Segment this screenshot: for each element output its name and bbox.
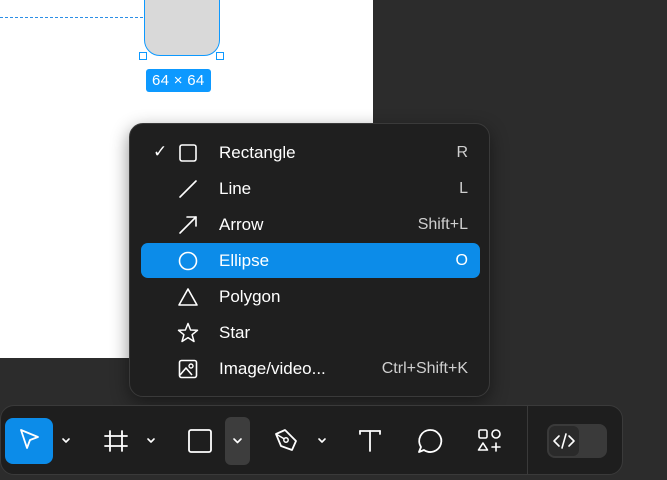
frame-tool-dropdown[interactable] bbox=[142, 418, 160, 464]
line-icon bbox=[177, 178, 199, 200]
dimension-badge: 64 × 64 bbox=[146, 69, 211, 92]
menu-item-label: Arrow bbox=[219, 215, 264, 234]
cursor-icon bbox=[20, 429, 39, 449]
rectangle-icon bbox=[177, 142, 199, 164]
comment-icon bbox=[418, 429, 443, 453]
shapes-plus-icon bbox=[477, 429, 501, 452]
menu-item-arrow[interactable]: Arrow Shift+L bbox=[141, 207, 480, 242]
menu-item-label: Line bbox=[219, 179, 252, 198]
pen-icon bbox=[275, 429, 297, 451]
menu-item-shortcut: L bbox=[459, 180, 468, 197]
text-icon bbox=[359, 430, 381, 452]
dev-mode-toggle[interactable] bbox=[547, 424, 607, 458]
bottom-toolbar bbox=[0, 405, 623, 475]
arrow-icon bbox=[177, 214, 199, 236]
resize-handle-bottom-right[interactable] bbox=[216, 52, 224, 60]
toolbar-divider bbox=[527, 406, 528, 474]
actions-tool-button[interactable] bbox=[467, 418, 513, 464]
menu-item-star[interactable]: Star bbox=[141, 315, 480, 350]
menu-item-label: Ellipse bbox=[219, 251, 270, 270]
shape-tool-dropdown[interactable] bbox=[225, 417, 250, 465]
code-icon bbox=[553, 433, 575, 449]
chevron-down-icon bbox=[147, 438, 155, 443]
checkmark-icon: ✓ bbox=[153, 142, 168, 161]
menu-item-ellipse[interactable]: Ellipse O bbox=[141, 243, 480, 278]
chevron-down-icon bbox=[62, 438, 70, 443]
pen-tool-button[interactable] bbox=[263, 418, 309, 464]
text-tool-button[interactable] bbox=[347, 418, 393, 464]
menu-item-shortcut: O bbox=[455, 252, 468, 269]
rectangle-icon bbox=[188, 429, 212, 453]
menu-item-label: Rectangle bbox=[219, 143, 296, 162]
menu-item-image-video[interactable]: Image/video... Ctrl+Shift+K bbox=[141, 351, 480, 386]
smart-guide-line bbox=[0, 17, 143, 18]
toggle-knob bbox=[549, 426, 579, 456]
menu-item-line[interactable]: Line L bbox=[141, 171, 480, 206]
star-icon bbox=[177, 322, 199, 344]
frame-icon bbox=[104, 430, 128, 452]
resize-handle-bottom-left[interactable] bbox=[139, 52, 147, 60]
frame-tool-button[interactable] bbox=[93, 418, 139, 464]
menu-item-polygon[interactable]: Polygon bbox=[141, 279, 480, 314]
image-icon bbox=[177, 358, 199, 380]
menu-item-label: Star bbox=[219, 323, 251, 342]
menu-item-label: Image/video... bbox=[219, 359, 326, 378]
shape-tool-button[interactable] bbox=[177, 418, 223, 464]
menu-item-rectangle[interactable]: ✓ Rectangle R bbox=[141, 135, 480, 170]
menu-item-shortcut: Shift+L bbox=[417, 216, 468, 233]
menu-item-label: Polygon bbox=[219, 287, 281, 306]
chevron-down-icon bbox=[318, 438, 326, 443]
move-tool-dropdown[interactable] bbox=[57, 418, 75, 464]
pen-tool-dropdown[interactable] bbox=[313, 418, 331, 464]
chevron-down-icon bbox=[233, 438, 242, 444]
menu-item-shortcut: R bbox=[456, 144, 468, 161]
comment-tool-button[interactable] bbox=[407, 418, 453, 464]
selected-rectangle-shape[interactable] bbox=[144, 0, 220, 56]
ellipse-icon bbox=[177, 250, 199, 272]
move-tool-button[interactable] bbox=[5, 418, 53, 464]
shape-tool-menu: ✓ Rectangle R Line L Arrow Shift+L Ellip… bbox=[129, 123, 490, 397]
menu-item-shortcut: Ctrl+Shift+K bbox=[381, 360, 468, 377]
polygon-icon bbox=[177, 286, 199, 308]
